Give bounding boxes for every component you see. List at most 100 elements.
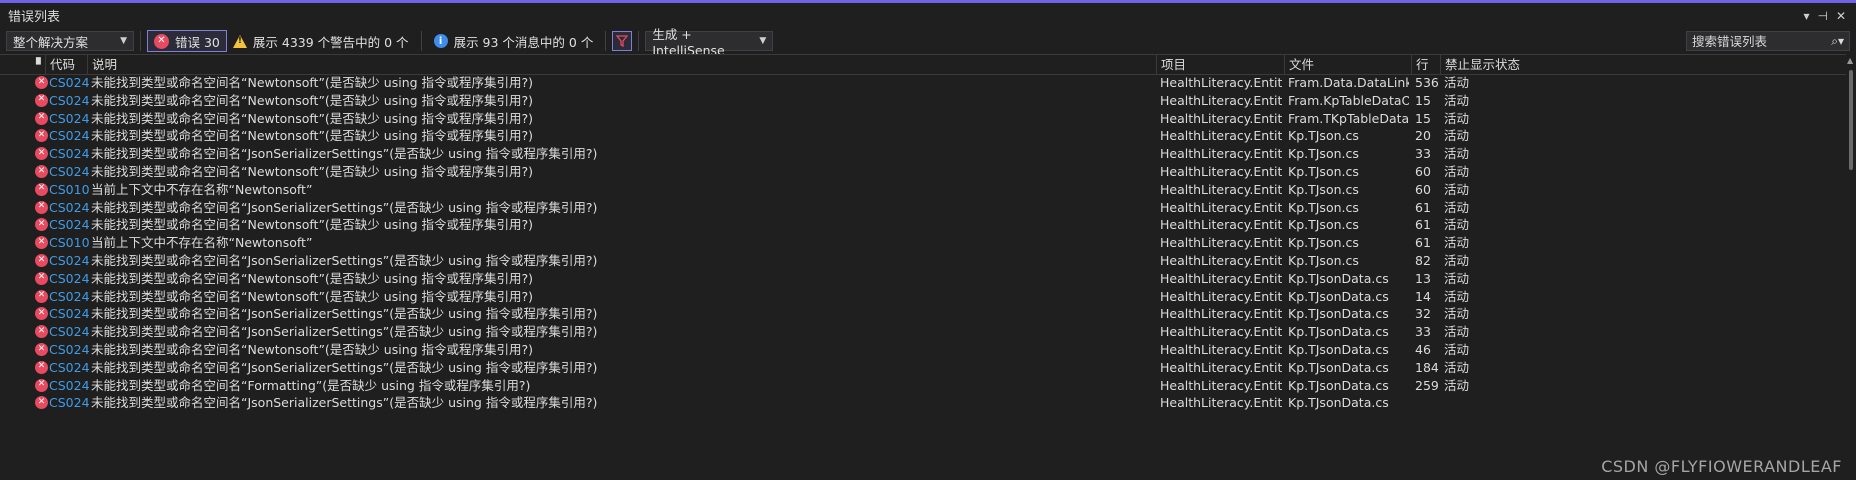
window-menu-icon[interactable]: ▾ [1803, 9, 1809, 23]
column-description[interactable]: 说明 [87, 55, 1156, 74]
toolbar-separator [638, 31, 640, 51]
table-row[interactable]: ✕CS0246未能找到类型或命名空间名“Formatting”(是否缺少 usi… [0, 377, 1846, 395]
table-row[interactable]: ✕CS0246未能找到类型或命名空间名“JsonSerializerSettin… [0, 199, 1846, 217]
error-icon: ✕ [35, 76, 48, 89]
error-line: 15 [1415, 92, 1431, 108]
close-icon[interactable]: ✕ [1836, 9, 1846, 23]
table-row[interactable]: ✕CS0246未能找到类型或命名空间名“JsonSerializerSettin… [0, 359, 1846, 377]
error-suppression-state: 活动 [1444, 270, 1470, 286]
error-code-link[interactable]: CS0246 [49, 145, 89, 163]
column-file[interactable]: 文件 [1284, 55, 1411, 74]
error-suppression-state: 活动 [1444, 341, 1470, 357]
error-code-link[interactable]: CS0246 [49, 323, 89, 341]
error-file: Fram.Data.DataLink.Acti... [1288, 75, 1409, 90]
table-row[interactable]: ✕CS0246未能找到类型或命名空间名“JsonSerializerSettin… [0, 323, 1846, 341]
error-list-toolbar: 整个解决方案 ▼ ✕ 错误 30 展示 4339 个警告中的 0 个 i 展示 … [0, 27, 1856, 58]
error-project: HealthLiteracy.EntityFra... [1160, 377, 1282, 393]
error-project: HealthLiteracy.EntityFra... [1160, 341, 1282, 357]
search-input[interactable] [1692, 33, 1822, 49]
error-code-link[interactable]: CS0103 [49, 234, 89, 252]
error-code-link[interactable]: CS0246 [49, 394, 89, 412]
error-file: Kp.TJsonData.cs [1288, 270, 1389, 286]
filter-toggle-button[interactable] [612, 31, 633, 51]
errors-label: 错误 30 [175, 34, 220, 50]
error-code-link[interactable]: CS0246 [49, 216, 89, 234]
toolbar-separator [605, 31, 607, 51]
messages-filter-button[interactable]: i 展示 93 个消息中的 0 个 [428, 30, 600, 52]
table-row[interactable]: ✕CS0246未能找到类型或命名空间名“JsonSerializerSettin… [0, 145, 1846, 163]
error-description: 未能找到类型或命名空间名“JsonSerializerSettings”(是否缺… [91, 395, 598, 411]
table-row[interactable]: ✕CS0246未能找到类型或命名空间名“JsonSerializerSettin… [0, 252, 1846, 270]
table-row[interactable]: ✕CS0103当前上下文中不存在名称“Newtonsoft” HealthLite… [0, 181, 1846, 199]
error-code-link[interactable]: CS0246 [49, 341, 89, 359]
error-project: HealthLiteracy.EntityFra... [1160, 181, 1282, 197]
table-row[interactable]: ✕CS0246未能找到类型或命名空间名“Newtonsoft”(是否缺少 usi… [0, 216, 1846, 234]
error-icon: ✕ [35, 271, 48, 285]
error-project: HealthLiteracy.EntityFra... [1160, 163, 1282, 179]
pin-icon[interactable]: ⊣ [1817, 9, 1827, 23]
error-file: Kp.TJsonData.cs [1288, 306, 1389, 322]
error-code-link[interactable]: CS0246 [49, 288, 89, 306]
error-description: 未能找到类型或命名空间名“Newtonsoft”(是否缺少 using 指令或程… [91, 288, 534, 304]
error-code-link[interactable]: CS0103 [49, 181, 89, 199]
table-row[interactable]: ✕CS0246未能找到类型或命名空间名“Newtonsoft”(是否缺少 usi… [0, 110, 1846, 128]
toolbar-separator [420, 31, 422, 51]
table-row[interactable]: ✕CS0246未能找到类型或命名空间名“Newtonsoft”(是否缺少 usi… [0, 288, 1846, 306]
error-code-link[interactable]: CS0246 [49, 359, 89, 377]
column-suppression[interactable]: 禁止显示状态 [1440, 55, 1550, 74]
error-code-link[interactable]: CS0246 [49, 305, 89, 323]
build-source-dropdown[interactable]: 生成 + IntelliSense ▼ [645, 27, 774, 58]
error-icon: ✕ [35, 93, 48, 107]
table-row[interactable]: ✕CS0246未能找到类型或命名空间名“JsonSerializerSettin… [0, 305, 1846, 323]
error-code-link[interactable]: CS0246 [49, 377, 89, 395]
search-icon[interactable]: ⌕▾ [1831, 34, 1844, 49]
errors-filter-button[interactable]: ✕ 错误 30 [147, 30, 227, 52]
error-suppression-state: 活动 [1444, 199, 1470, 215]
table-row[interactable]: ✕CS0103当前上下文中不存在名称“Newtonsoft” HealthLite… [0, 234, 1846, 252]
error-code-link[interactable]: CS0246 [49, 110, 89, 128]
error-description: 未能找到类型或命名空间名“Newtonsoft”(是否缺少 using 指令或程… [91, 270, 534, 286]
error-code-link[interactable]: CS0246 [49, 199, 89, 217]
scroll-up-icon[interactable]: ▲ [1847, 56, 1853, 65]
error-description: 未能找到类型或命名空间名“JsonSerializerSettings”(是否缺… [91, 199, 598, 215]
toolbar-separator [140, 31, 141, 51]
error-line: 61 [1415, 235, 1431, 251]
table-row[interactable]: ✕CS0246未能找到类型或命名空间名“Newtonsoft”(是否缺少 usi… [0, 127, 1846, 145]
error-project: HealthLiteracy.EntityFra... [1160, 324, 1282, 340]
error-description: 未能找到类型或命名空间名“Newtonsoft”(是否缺少 using 指令或程… [91, 217, 534, 233]
table-row[interactable]: ✕CS0246未能找到类型或命名空间名“Newtonsoft”(是否缺少 usi… [0, 92, 1846, 110]
table-row[interactable]: ✕CS0246未能找到类型或命名空间名“Newtonsoft”(是否缺少 usi… [0, 163, 1846, 181]
table-row[interactable]: ✕CS0246未能找到类型或命名空间名“Newtonsoft”(是否缺少 usi… [0, 270, 1846, 288]
table-row[interactable]: ✕CS0246未能找到类型或命名空间名“Newtonsoft”(是否缺少 usi… [0, 74, 1846, 92]
error-file: Fram.KpTableDataOutp... [1288, 92, 1409, 108]
scope-dropdown[interactable]: 整个解决方案 ▼ [6, 31, 134, 51]
error-file: Kp.TJson.cs [1288, 252, 1359, 268]
error-line: 61 [1415, 217, 1431, 233]
column-code[interactable]: 代码 [45, 55, 87, 74]
error-code-link[interactable]: CS0246 [49, 74, 89, 92]
vertical-scrollbar[interactable]: ▲ [1846, 54, 1856, 480]
error-icon: ✕ [35, 325, 48, 339]
error-code-link[interactable]: CS0246 [49, 252, 89, 270]
scrollbar-thumb[interactable] [1849, 70, 1853, 170]
column-line[interactable]: 行 [1411, 55, 1440, 74]
error-suppression-state: 活动 [1444, 181, 1470, 197]
title-controls: ▾ ⊣ ✕ [1803, 9, 1856, 23]
table-row[interactable]: ✕CS0246未能找到类型或命名空间名“Newtonsoft”(是否缺少 usi… [0, 341, 1846, 359]
error-code-link[interactable]: CS0246 [49, 163, 89, 181]
panel-title: 错误列表 [8, 10, 61, 25]
error-code-link[interactable]: CS0246 [49, 127, 89, 145]
table-row[interactable]: ✕CS0246未能找到类型或命名空间名“JsonSerializerSettin… [0, 394, 1846, 412]
error-icon: ✕ [35, 253, 48, 267]
error-icon: ✕ [35, 182, 48, 196]
sort-indicator-icon[interactable]: ▝ [27, 55, 47, 74]
error-file: Kp.TJsonData.cs [1288, 359, 1389, 375]
error-suppression-state: 活动 [1444, 128, 1470, 144]
error-code-link[interactable]: CS0246 [49, 92, 89, 110]
error-icon: ✕ [35, 396, 48, 410]
column-project[interactable]: 项目 [1156, 55, 1284, 74]
error-description: 未能找到类型或命名空间名“Newtonsoft”(是否缺少 using 指令或程… [91, 92, 534, 108]
warnings-filter-button[interactable]: 展示 4339 个警告中的 0 个 [227, 30, 415, 52]
error-code-link[interactable]: CS0246 [49, 270, 89, 288]
search-box[interactable]: ⌕▾ [1686, 31, 1850, 51]
